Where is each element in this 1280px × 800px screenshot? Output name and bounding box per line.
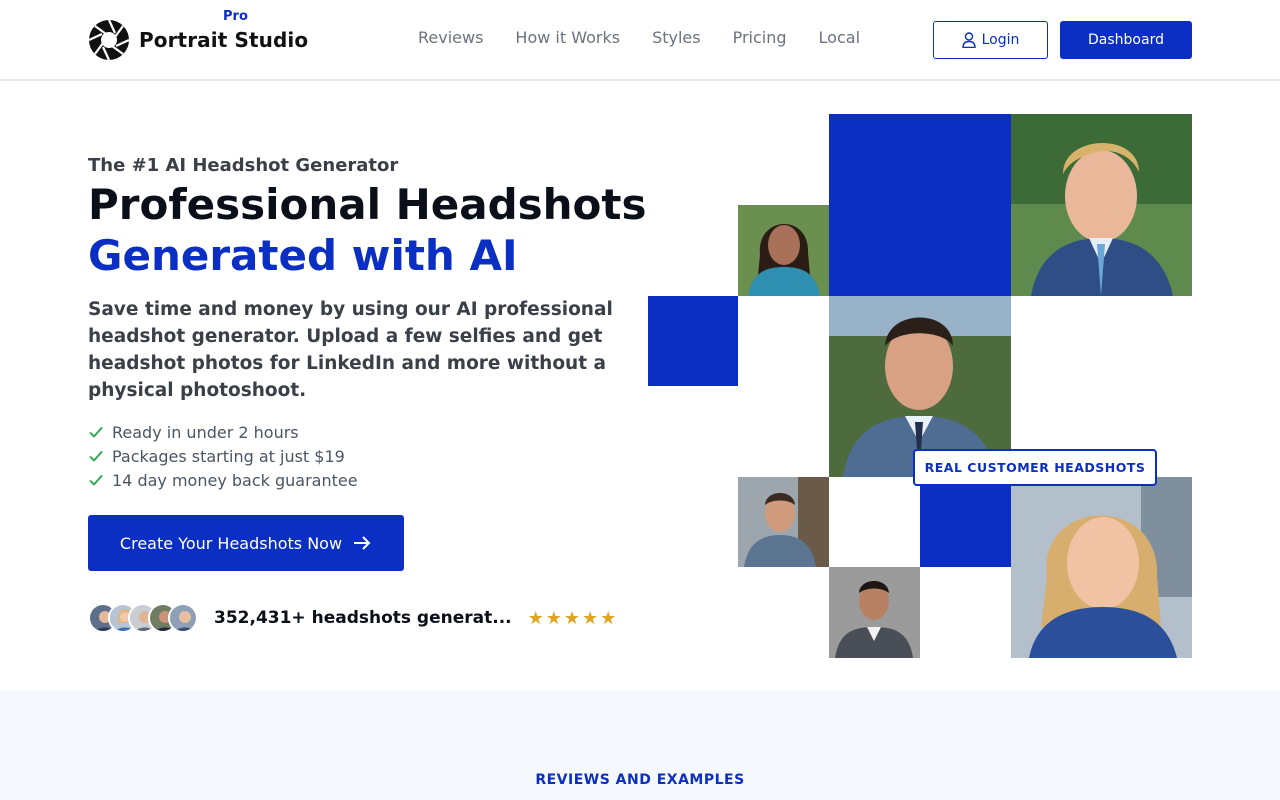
dashboard-button[interactable]: Dashboard <box>1060 21 1192 59</box>
nav-reviews[interactable]: Reviews <box>402 28 499 47</box>
nav-pricing[interactable]: Pricing <box>717 28 803 47</box>
avatar <box>168 603 198 633</box>
hero-eyebrow: The #1 AI Headshot Generator <box>88 155 399 176</box>
feature-item: 14 day money back guarantee <box>88 468 358 492</box>
brand-logo[interactable]: Portrait Studio <box>88 19 308 61</box>
user-icon <box>961 32 976 48</box>
nav-how-it-works[interactable]: How it Works <box>499 28 636 47</box>
arrow-right-icon <box>354 536 371 550</box>
pro-badge: Pro <box>223 9 248 24</box>
camera-aperture-icon <box>88 19 130 61</box>
check-icon <box>89 474 103 486</box>
login-label: Login <box>981 32 1020 48</box>
feature-text: Packages starting at just $19 <box>112 446 345 466</box>
headshot-photo <box>829 567 920 658</box>
social-proof: 352,431+ headshots generat... ★★★★★ <box>88 603 618 633</box>
headshot-count: 352,431+ headshots generat... <box>214 608 512 628</box>
feature-text: Ready in under 2 hours <box>112 422 299 442</box>
brand-name: Portrait Studio <box>139 28 309 52</box>
nav-local[interactable]: Local <box>803 28 876 47</box>
customer-avatars <box>88 603 198 633</box>
real-customer-badge: REAL CUSTOMER HEADSHOTS <box>913 449 1157 486</box>
mosaic-block <box>648 296 738 386</box>
create-headshots-button[interactable]: Create Your Headshots Now <box>88 515 404 571</box>
nav-styles[interactable]: Styles <box>636 28 717 47</box>
feature-list: Ready in under 2 hours Packages starting… <box>88 420 358 492</box>
mosaic-block <box>829 114 1011 296</box>
hero-headline: Professional Headshots <box>88 180 647 229</box>
cta-label: Create Your Headshots Now <box>119 533 343 553</box>
top-navbar: Portrait Studio Pro Reviews How it Works… <box>0 0 1280 81</box>
login-button[interactable]: Login <box>933 21 1048 59</box>
hero-description: Save time and money by using our AI prof… <box>88 299 613 401</box>
check-icon <box>89 426 103 438</box>
check-icon <box>89 450 103 462</box>
mosaic-block <box>920 477 1011 567</box>
hero-headline-accent: Generated with AI <box>88 231 518 280</box>
feature-text: 14 day money back guarantee <box>112 470 358 490</box>
headshot-photo <box>738 477 829 567</box>
reviews-eyebrow: REVIEWS AND EXAMPLES <box>535 772 745 788</box>
feature-item: Ready in under 2 hours <box>88 420 358 444</box>
headshot-photo <box>738 205 829 296</box>
feature-item: Packages starting at just $19 <box>88 444 358 468</box>
rating-stars: ★★★★★ <box>527 607 619 629</box>
main-nav: Reviews How it Works Styles Pricing Loca… <box>402 28 876 47</box>
headshot-photo <box>1011 114 1192 296</box>
headshot-photo <box>1011 477 1192 658</box>
